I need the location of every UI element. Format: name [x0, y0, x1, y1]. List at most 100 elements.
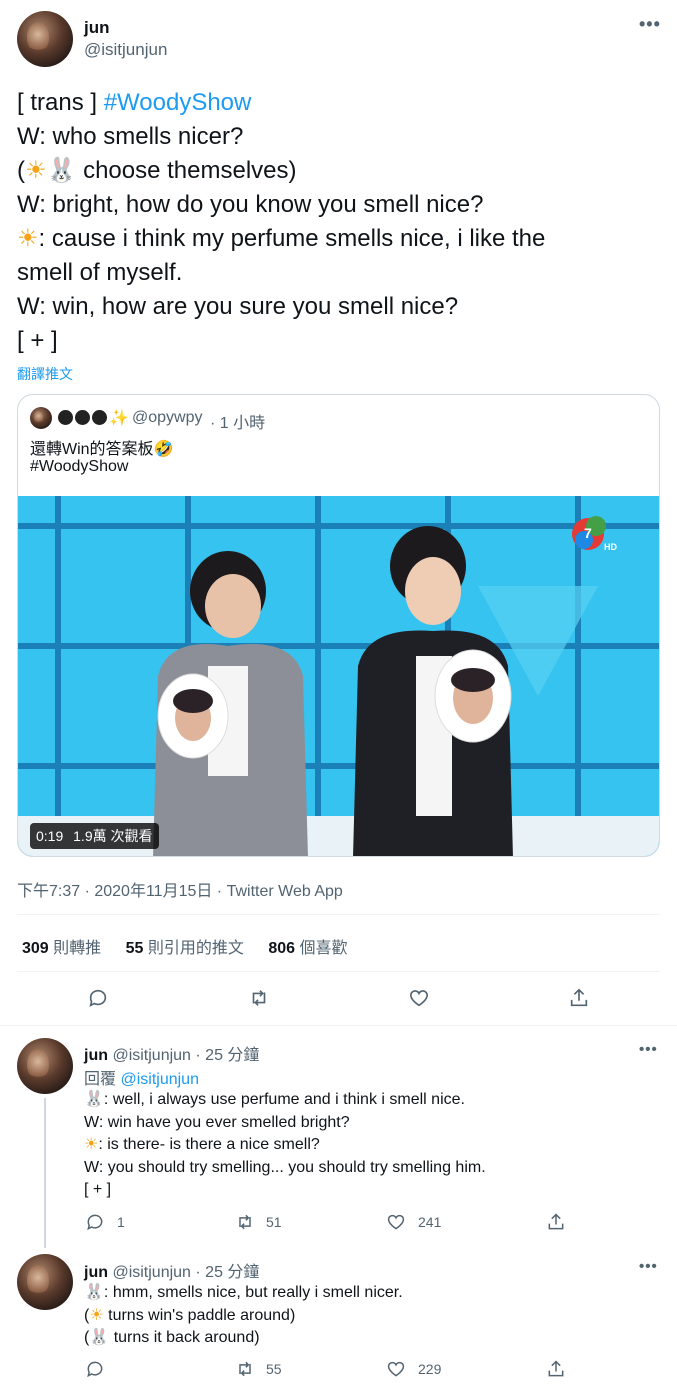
svg-text:7: 7 — [584, 525, 592, 541]
divider — [17, 914, 660, 915]
reply-author-name[interactable]: jun — [84, 1047, 108, 1064]
tweet-line: W: who smells nicer? — [17, 123, 244, 150]
tweet-line: (☀🐰 choose themselves) — [17, 154, 667, 188]
heart-icon[interactable] — [385, 1211, 407, 1233]
tweet-line: ☀: cause i think my perfume smells nice,… — [17, 222, 667, 256]
sun-emoji: ☀ — [89, 1306, 104, 1324]
reply-author-handle[interactable]: @isitjunjun — [112, 1047, 191, 1064]
sun-emoji: ☀ — [17, 225, 39, 252]
reply-avatar[interactable] — [17, 1038, 73, 1094]
divider — [17, 971, 660, 972]
reply-line-text: turns win's paddle around) — [103, 1306, 296, 1324]
rabbit-emoji: 🐰 — [89, 1329, 110, 1346]
like-count: 806 — [268, 940, 296, 957]
tweet-line: smell of myself. — [17, 259, 183, 286]
tweet-line: [ trans ] #WoodyShow — [17, 86, 667, 120]
reply-icon[interactable] — [84, 1358, 106, 1380]
quote-count-label: 則引用的推文 — [147, 940, 244, 957]
tweet-line: W: bright, how do you know you smell nic… — [17, 191, 484, 218]
reply-line: (🐰 turns it back around) — [84, 1327, 664, 1350]
author-name[interactable]: jun — [84, 18, 110, 38]
quote-count: 55 — [125, 940, 144, 957]
heart-icon[interactable] — [407, 986, 431, 1010]
quoted-author-name: ✨ — [58, 408, 129, 428]
reply-author-handle[interactable]: @isitjunjun — [112, 1264, 191, 1281]
like-count: 241 — [418, 1214, 442, 1230]
reply-line: W: you should try smelling... you should… — [84, 1158, 486, 1176]
section-divider — [0, 1025, 677, 1026]
quoted-name-text — [58, 410, 73, 425]
reply-line-text: turns it back around) — [109, 1329, 260, 1346]
reply-count: 1 — [117, 1214, 125, 1230]
tweet-timestamp[interactable]: 下午7:37 · 2020年11月15日 · Twitter Web App — [17, 877, 343, 901]
video-duration: 0:19 — [36, 828, 64, 844]
tweet-line: [ + ] — [17, 327, 58, 354]
video-player[interactable]: 7 HD 0:19 1.9萬 次觀看 — [18, 496, 659, 856]
reply-line: [ + ] — [84, 1181, 112, 1198]
paren: ( — [17, 157, 25, 184]
thread-line — [44, 1098, 46, 1248]
reply-time[interactable]: · 25 分鐘 — [195, 1264, 259, 1281]
tweet-line: W: win, how are you sure you smell nice? — [17, 293, 459, 320]
reply-avatar[interactable] — [17, 1254, 73, 1310]
more-dots-icon[interactable]: ••• — [639, 1258, 658, 1275]
sun-emoji: ☀ — [25, 157, 47, 184]
reply-icon[interactable] — [86, 986, 110, 1010]
like-count-link[interactable]: 806 個喜歡 — [268, 940, 347, 957]
reply-line: 🐰: hmm, smells nice, but really i smell … — [84, 1282, 664, 1305]
rabbit-emoji: 🐰 — [84, 1284, 104, 1301]
reply-line-text: : well, i always use perfume and i think… — [103, 1091, 465, 1108]
share-icon[interactable] — [545, 1358, 567, 1380]
share-icon[interactable] — [545, 1211, 567, 1233]
like-count-label: 個喜歡 — [299, 940, 348, 957]
retweet-count: 309 — [22, 940, 49, 957]
more-dots-icon[interactable]: ••• — [639, 1041, 658, 1058]
retweet-count-label: 則轉推 — [53, 940, 102, 957]
tweet-line-text: : cause i think my perfume smells nice, … — [38, 225, 546, 252]
tweet-stats: 309 則轉推 55 則引用的推文 806 個喜歡 — [22, 934, 348, 958]
quoted-text-line: 還轉Win的答案板🤣 — [30, 441, 174, 458]
replying-to: 回覆 @isitjunjun — [84, 1065, 199, 1089]
reply-text: 🐰: hmm, smells nice, but really i smell … — [84, 1282, 664, 1350]
reply-line: 🐰: well, i always use perfume and i thin… — [84, 1089, 664, 1112]
reply-author-name[interactable]: jun — [84, 1264, 108, 1281]
heart-icon[interactable] — [385, 1358, 407, 1380]
more-dots-icon[interactable]: ••• — [639, 14, 661, 35]
reply-line: (☀ turns win's paddle around) — [84, 1305, 664, 1328]
retweet-count: 51 — [266, 1214, 282, 1230]
author-handle[interactable]: @isitjunjun — [84, 40, 167, 60]
tweet-text: [ trans ] #WoodyShow W: who smells nicer… — [17, 86, 667, 358]
reply-time[interactable]: · 25 分鐘 — [195, 1047, 259, 1064]
tweet-line-text: [ trans ] — [17, 89, 104, 116]
reply-line-text: : is there- is there a nice smell? — [98, 1136, 320, 1153]
reply-line: W: win have you ever smelled bright? — [84, 1113, 350, 1131]
video-overlay-badge: 0:19 1.9萬 次觀看 — [30, 823, 159, 849]
share-icon[interactable] — [567, 986, 591, 1010]
svg-text:HD: HD — [604, 542, 617, 552]
replying-to-handle[interactable]: @isitjunjun — [120, 1071, 199, 1088]
translate-link[interactable]: 翻譯推文 — [17, 364, 73, 384]
reply-icon[interactable] — [84, 1211, 106, 1233]
retweet-icon[interactable] — [246, 986, 272, 1010]
like-count: 229 — [418, 1361, 442, 1377]
quoted-tweet-card[interactable]: ✨ @opywpy · 1 小時 還轉Win的答案板🤣 #WoodyShow 7… — [17, 394, 660, 857]
retweet-icon[interactable] — [233, 1211, 257, 1233]
quoted-time: · 1 小時 — [210, 415, 266, 432]
quoted-hashtag: #WoodyShow — [30, 458, 129, 475]
avatar[interactable] — [17, 11, 73, 67]
quote-count-link[interactable]: 55 則引用的推文 — [126, 940, 244, 957]
retweet-count-link[interactable]: 309 則轉推 — [22, 940, 101, 957]
reply-header: jun @isitjunjun · 25 分鐘 — [84, 1041, 259, 1065]
reply-header: jun @isitjunjun · 25 分鐘 — [84, 1258, 259, 1282]
reply-text: 🐰: well, i always use perfume and i thin… — [84, 1089, 664, 1202]
retweet-count: 55 — [266, 1361, 282, 1377]
reply-line-text: : hmm, smells nice, but really i smell n… — [103, 1284, 403, 1301]
video-still: 7 HD — [18, 496, 659, 856]
rabbit-emoji: 🐰 — [84, 1091, 104, 1108]
replying-to-label: 回覆 — [84, 1071, 117, 1088]
sun-emoji: ☀ — [84, 1136, 99, 1153]
quoted-avatar — [30, 407, 52, 429]
hashtag-link[interactable]: #WoodyShow — [104, 89, 252, 116]
retweet-icon[interactable] — [233, 1358, 257, 1380]
tweet-line-text: choose themselves) — [76, 157, 297, 184]
